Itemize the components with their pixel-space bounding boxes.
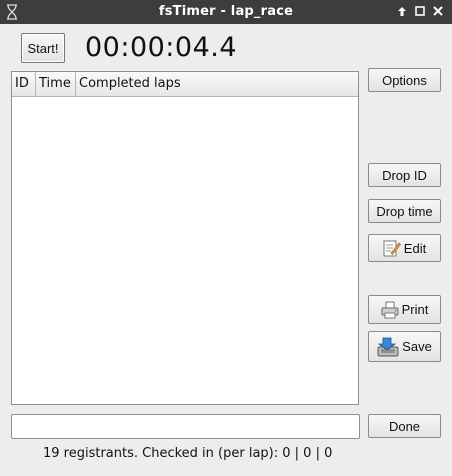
laps-table[interactable]: ID Time Completed laps [11,71,359,405]
timer-display: 00:00:04.4 [85,32,238,63]
print-label: Print [401,302,429,317]
save-icon [377,336,399,358]
save-button[interactable]: Save [368,331,441,362]
column-header-id[interactable]: ID [12,72,36,96]
main-window: fsTimer - lap_race Start! 00:00:04.4 ID … [0,0,452,476]
window-title: fsTimer - lap_race [158,4,294,19]
entry-input[interactable] [11,414,360,439]
edit-button[interactable]: Edit [368,234,441,262]
close-icon[interactable] [429,3,447,21]
table-header: ID Time Completed laps [12,72,358,97]
save-label: Save [402,339,432,354]
column-header-completed-laps[interactable]: Completed laps [76,72,358,96]
status-text: 19 registrants. Checked in (per lap): 0 … [43,446,333,461]
drop-time-button[interactable]: Drop time [368,199,441,223]
options-button[interactable]: Options [368,68,441,92]
title-bar[interactable]: fsTimer - lap_race [0,0,452,24]
print-button[interactable]: Print [368,295,441,324]
restore-icon[interactable] [411,3,429,21]
printer-icon [381,301,399,319]
column-header-time[interactable]: Time [36,72,76,96]
start-button[interactable]: Start! [21,33,65,63]
maximize-arrow-icon[interactable] [393,3,411,21]
done-button[interactable]: Done [368,414,441,438]
drop-id-button[interactable]: Drop ID [368,163,441,187]
edit-label: Edit [403,240,427,256]
edit-icon [383,239,401,257]
